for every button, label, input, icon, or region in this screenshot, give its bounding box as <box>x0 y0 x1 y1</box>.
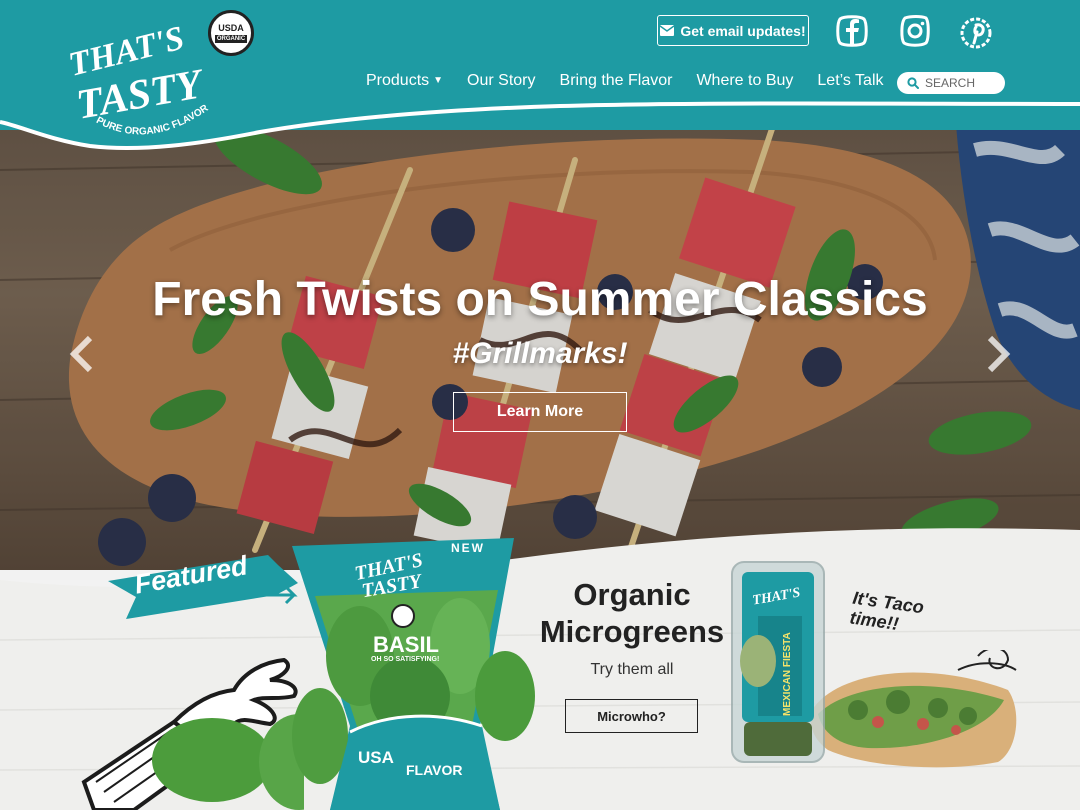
search-box <box>897 72 1005 94</box>
microgreens-package[interactable]: THAT'S MEXICAN FIESTA <box>728 556 828 768</box>
nav-products[interactable]: Products ▼ <box>366 72 443 94</box>
nav-products-label: Products <box>366 72 430 89</box>
hand-illustration <box>81 657 304 810</box>
chevron-left-icon <box>69 335 93 373</box>
package-product-name: BASIL <box>373 632 439 657</box>
slider-prev-arrow[interactable] <box>66 334 96 374</box>
envelope-icon <box>660 25 675 36</box>
package-tagline: OH SO SATISFYING! <box>371 656 440 663</box>
usda-label: USDA <box>218 23 244 33</box>
search-input[interactable] <box>925 76 1001 90</box>
nav-where-to-buy[interactable]: Where to Buy <box>696 72 793 94</box>
learn-more-button[interactable]: Learn More <box>453 392 627 432</box>
microwho-button[interactable]: Microwho? <box>565 699 698 733</box>
email-updates-button[interactable]: Get email updates! <box>657 15 809 46</box>
taco-illustration <box>810 650 1017 768</box>
facebook-icon[interactable] <box>834 13 870 49</box>
promo-title: Organic Microgreens <box>539 577 725 649</box>
chevron-down-icon: ▼ <box>433 75 444 86</box>
main-nav: Products ▼ Our Story Bring the Flavor Whe… <box>366 72 884 94</box>
svg-text:MEXICAN FIESTA: MEXICAN FIESTA <box>782 632 793 716</box>
instagram-icon[interactable] <box>897 13 933 49</box>
package-flavor-label: FLAVOR <box>406 762 463 778</box>
hero-title: Fresh Twists on Summer Classics <box>152 273 928 326</box>
brand-logo[interactable]: THAT'S TASTY PURE ORGANIC FLAVOR <box>65 8 226 158</box>
package-new-badge: NEW <box>451 541 485 555</box>
email-updates-label: Get email updates! <box>680 22 806 39</box>
organic-label: ORGANIC <box>214 35 248 43</box>
search-icon <box>907 77 919 89</box>
nav-our-story[interactable]: Our Story <box>467 72 535 94</box>
nav-bring-the-flavor[interactable]: Bring the Flavor <box>560 72 673 94</box>
package-usa-label: USA <box>358 748 394 767</box>
nav-lets-talk[interactable]: Let’s Talk <box>817 72 883 94</box>
hero-subtitle: #Grillmarks! <box>452 337 628 370</box>
usda-organic-seal: USDA ORGANIC <box>208 10 254 56</box>
pinterest-icon[interactable] <box>956 13 992 49</box>
promo-subtitle: Try them all <box>590 661 674 678</box>
slider-next-arrow[interactable] <box>984 334 1014 374</box>
chevron-right-icon <box>987 335 1011 373</box>
